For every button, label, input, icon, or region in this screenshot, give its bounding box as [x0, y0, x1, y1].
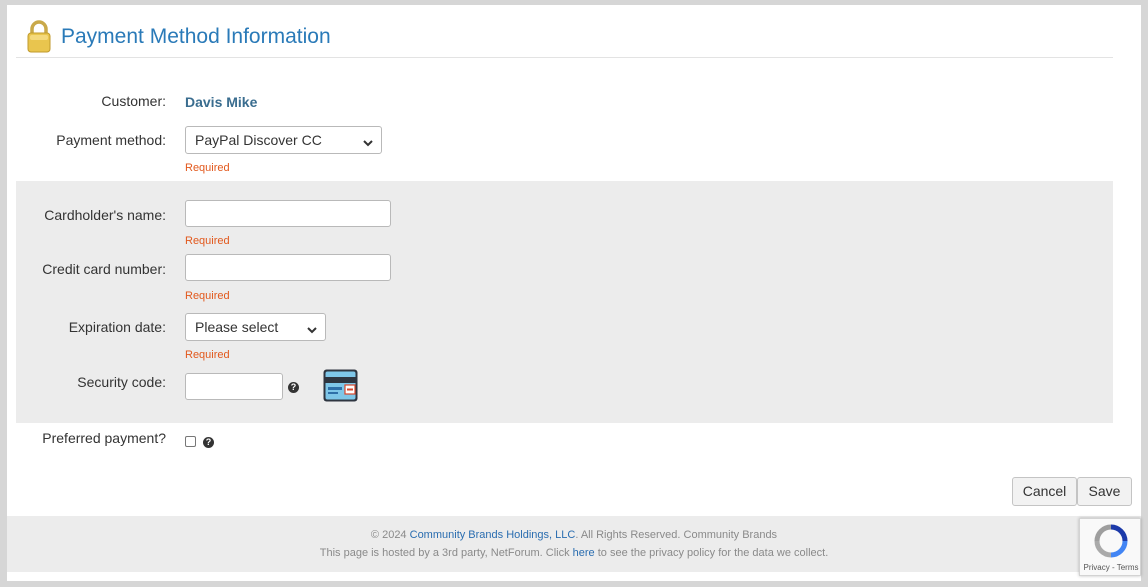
community-brands-link[interactable]: Community Brands Holdings, LLC [410, 529, 576, 541]
save-button[interactable]: Save [1077, 477, 1132, 506]
help-icon[interactable]: ? [288, 382, 299, 393]
card-number-required: Required [185, 290, 230, 302]
expiration-date-select[interactable]: Please select [185, 313, 326, 341]
cancel-button[interactable]: Cancel [1012, 477, 1077, 506]
recaptcha-badge[interactable]: Privacy - Terms [1079, 518, 1141, 576]
expiration-date-label: Expiration date: [68, 319, 166, 335]
card-details-panel [16, 181, 1113, 423]
payment-method-select[interactable]: PayPal Discover CC [185, 126, 382, 154]
payment-method-value: PayPal Discover CC [195, 132, 322, 148]
help-icon[interactable]: ? [203, 437, 214, 448]
page-title: Payment Method Information [61, 25, 331, 48]
footer-copyright: © 2024 Community Brands Holdings, LLC. A… [370, 529, 778, 541]
cardholder-name-required: Required [185, 235, 230, 247]
footer-privacy: This page is hosted by a 3rd party, NetF… [319, 547, 829, 559]
cardholder-name-label: Cardholder's name: [44, 207, 166, 223]
security-code-label: Security code: [77, 374, 166, 390]
recaptcha-icon [1094, 524, 1128, 563]
dialog-header: Payment Method Information [16, 5, 1113, 58]
chevron-down-icon [362, 135, 374, 151]
payment-method-required: Required [185, 162, 230, 174]
card-number-label: Credit card number: [42, 261, 166, 277]
preferred-payment-checkbox[interactable] [185, 436, 196, 447]
page-footer: © 2024 Community Brands Holdings, LLC. A… [7, 516, 1141, 572]
chevron-down-icon [306, 322, 318, 338]
preferred-payment-label: Preferred payment? [42, 430, 166, 446]
card-number-input[interactable] [185, 254, 391, 281]
privacy-here-link[interactable]: here [573, 547, 595, 559]
security-code-input[interactable] [185, 373, 283, 400]
customer-name: Davis Mike [185, 94, 258, 110]
payment-method-label: Payment method: [56, 132, 166, 148]
recaptcha-privacy-terms[interactable]: Privacy - Terms [1080, 563, 1142, 572]
cardholder-name-input[interactable] [185, 200, 391, 227]
customer-label: Customer: [101, 93, 166, 109]
credit-card-icon [323, 369, 358, 407]
lock-icon [26, 19, 52, 58]
expiration-date-required: Required [185, 349, 230, 361]
payment-dialog: Payment Method Information Customer: Dav… [7, 5, 1141, 581]
expiration-date-value: Please select [195, 319, 279, 335]
